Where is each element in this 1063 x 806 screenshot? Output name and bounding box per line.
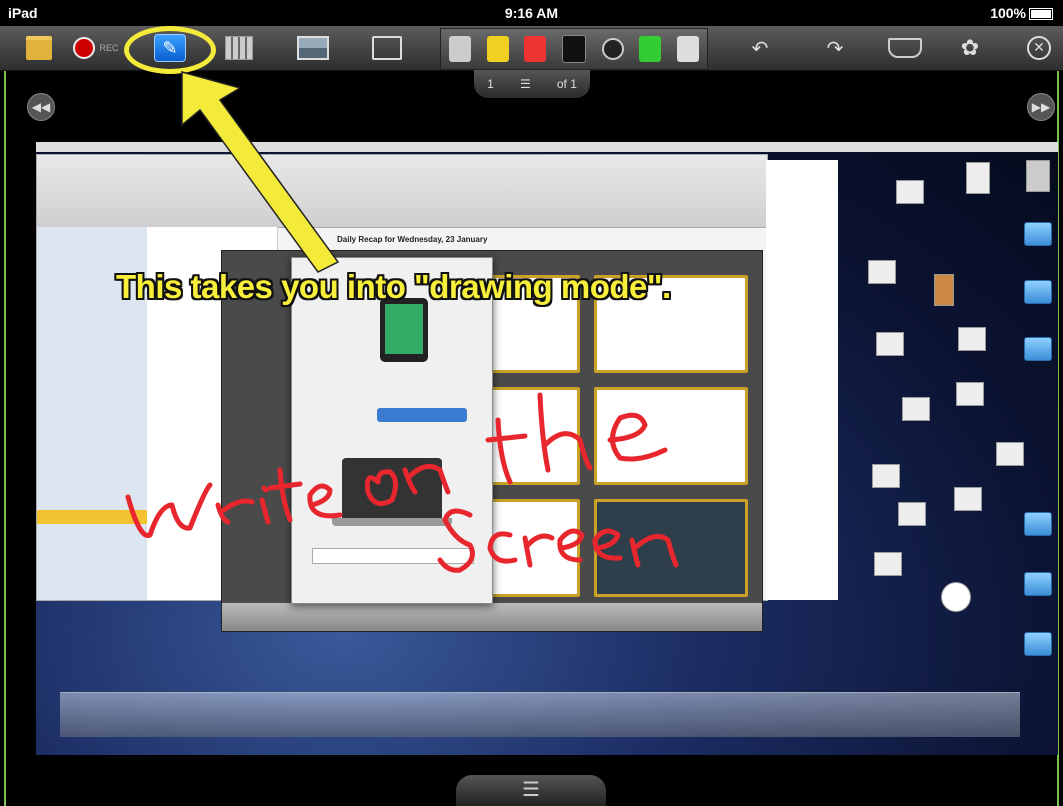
- arrow-annotation: [181, 71, 340, 273]
- instruction-caption: This takes you into "drawing mode".: [116, 268, 671, 305]
